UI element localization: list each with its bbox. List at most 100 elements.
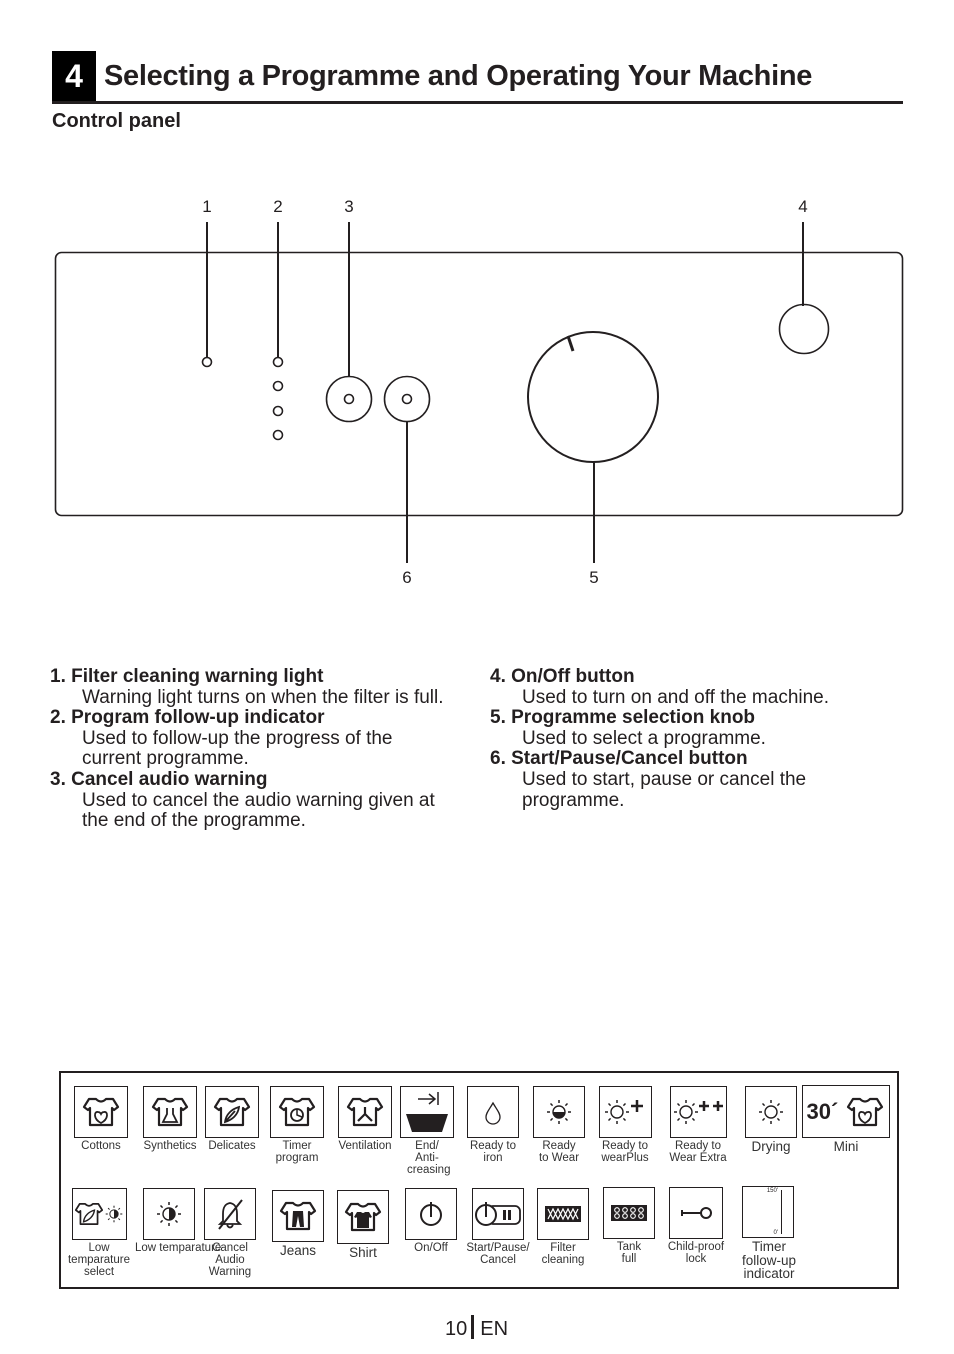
legend-label: End/ Anti- creasing xyxy=(407,1140,451,1176)
description-title: 5. Programme selection knob xyxy=(490,707,756,729)
callout-number-4: 4 xyxy=(798,197,807,216)
on-off-button xyxy=(778,303,830,355)
legend-item-synthetics: Synthetics xyxy=(135,1086,205,1152)
description-item: 2. Program follow-up indicator Used to f… xyxy=(50,708,470,770)
half-sun-icon xyxy=(156,1201,182,1227)
description-title: 2. Program follow-up indicator xyxy=(50,707,325,729)
delicate-shirt-half-sun-icon xyxy=(75,1203,103,1225)
control-panel-diagram: 1 2 3 4 5 6 xyxy=(54,197,904,587)
legend-label: Low temparature xyxy=(135,1242,222,1254)
legend-label: Low temparature select xyxy=(67,1242,130,1278)
legend-item-ready-to-wearplus: Ready to wearPlus xyxy=(595,1086,655,1164)
legend-item-cancel-audio: Cancel Audio Warning xyxy=(202,1188,258,1278)
legend-label: Filter cleaning xyxy=(541,1242,585,1266)
legend-label: Jeans xyxy=(279,1243,317,1258)
followup-led xyxy=(272,356,284,368)
description-item: 1. Filter cleaning warning light Warning… xyxy=(50,666,470,708)
followup-led xyxy=(272,405,284,417)
legend-item-timer-followup: 150' 0' Timer follow-up indicator xyxy=(739,1186,797,1281)
legend-label: Timer program xyxy=(275,1140,319,1164)
description-title: 1. Filter cleaning warning light xyxy=(50,666,324,687)
legend-item-low-temp: Low temparature xyxy=(135,1188,222,1254)
bell-crossed-icon xyxy=(217,1199,243,1230)
legend-label: Tank full xyxy=(616,1241,642,1265)
cottons-shirt-icon xyxy=(82,1097,120,1127)
timer-shirt-icon xyxy=(278,1097,316,1127)
followup-led xyxy=(272,380,284,392)
legend-label: Synthetics xyxy=(143,1140,197,1152)
legend-item-filter-cleaning: Filter cleaning xyxy=(535,1188,591,1266)
description-body: Used to cancel the audio warning given a… xyxy=(82,789,435,832)
callout-number-3: 3 xyxy=(344,197,353,216)
legend-label: Ready to wearPlus xyxy=(601,1140,649,1164)
timer-scale-bottom: 0' xyxy=(773,1230,778,1236)
symbol-legend: Cottons Synthetics Delicates Timer progr… xyxy=(59,1071,899,1289)
callout-number-5: 5 xyxy=(589,568,598,587)
legend-item-start-pause: Start/Pause/ Cancel xyxy=(463,1188,533,1266)
legend-label: Shirt xyxy=(349,1245,377,1260)
title-divider xyxy=(52,101,903,104)
mini-30-shirt-icon xyxy=(847,1097,884,1126)
legend-label: Child-proof lock xyxy=(667,1241,725,1265)
control-panel-outline xyxy=(54,251,904,517)
delicates-shirt-icon xyxy=(213,1097,251,1127)
description-body: Used to select a programme. xyxy=(522,727,766,749)
description-item: 5. Programme selection knob Used to sele… xyxy=(490,708,890,749)
end-anticreasing-icon xyxy=(406,1092,448,1132)
legend-label: Ready to Wear Extra xyxy=(669,1140,727,1164)
legend-label: Cancel Audio Warning xyxy=(208,1242,252,1278)
synthetics-shirt-icon xyxy=(151,1097,189,1127)
language-code: EN xyxy=(480,1318,509,1340)
description-title: 3. Cancel audio warning xyxy=(50,768,268,790)
shirt-filled-icon xyxy=(344,1202,382,1232)
description-body: Warning light turns on when the filter i… xyxy=(82,686,444,708)
legend-label: Ready to Wear xyxy=(538,1140,580,1164)
sun-plus-plus-icon xyxy=(673,1099,723,1125)
programme-knob-pointer xyxy=(566,335,575,352)
legend-item-tank-full: Tank full xyxy=(601,1187,657,1265)
tank-grid-icon xyxy=(611,1205,647,1221)
legend-item-on-off: On/Off xyxy=(404,1188,458,1254)
ventilation-shirt-icon xyxy=(346,1097,384,1127)
legend-item-delicates: Delicates xyxy=(203,1086,261,1152)
legend-item-child-lock: Child-proof lock xyxy=(663,1187,729,1265)
legend-item-jeans: Jeans xyxy=(270,1190,326,1258)
legend-item-ready-to-wear-extra: Ready to Wear Extra xyxy=(661,1086,735,1164)
legend-item-ready-to-iron: Ready to iron xyxy=(464,1086,522,1164)
sun-icon xyxy=(758,1099,784,1125)
callout-number-1: 1 xyxy=(202,197,211,216)
legend-item-shirt: Shirt xyxy=(335,1190,391,1260)
half-sun-icon xyxy=(546,1099,572,1125)
section-subtitle: Control panel xyxy=(52,110,181,132)
page-footer: 10 EN xyxy=(445,1315,508,1342)
cancel-audio-button xyxy=(325,375,373,423)
callout-number-6: 6 xyxy=(402,568,411,587)
legend-label: Mini xyxy=(833,1139,859,1154)
start-pause-button xyxy=(383,375,431,423)
start-pause-button-led xyxy=(401,393,413,405)
description-item: 3. Cancel audio warning Used to cancel t… xyxy=(50,768,470,832)
legend-label: Ventilation xyxy=(338,1140,392,1152)
legend-item-mini: 30´ Mini xyxy=(802,1085,890,1154)
timer-scale-top: 150' xyxy=(766,1188,778,1194)
descriptions-right: 4. On/Off button Used to turn on and off… xyxy=(490,666,890,811)
jeans-shirt-icon xyxy=(279,1201,317,1231)
description-body: Used to turn on and off the machine. xyxy=(522,686,830,708)
half-sun-small-icon xyxy=(105,1205,123,1223)
description-body: Used to follow-up the progress of the cu… xyxy=(82,727,393,770)
page-title: Selecting a Programme and Operating Your… xyxy=(104,60,813,92)
followup-led xyxy=(272,429,284,441)
description-title: 6. Start/Pause/Cancel button xyxy=(490,748,748,770)
sun-plus-icon xyxy=(604,1099,643,1125)
filter-mesh-icon xyxy=(545,1206,581,1222)
description-title: 4. On/Off button xyxy=(490,666,635,687)
water-drop-icon xyxy=(485,1101,501,1125)
descriptions-left: 1. Filter cleaning warning light Warning… xyxy=(50,666,470,832)
legend-item-ready-to-wear: Ready to Wear xyxy=(530,1086,588,1164)
legend-label: Drying xyxy=(751,1139,791,1154)
filter-warning-light xyxy=(201,356,213,368)
power-icon xyxy=(420,1202,442,1226)
cancel-audio-button-led xyxy=(343,393,355,405)
legend-item-ventilation: Ventilation xyxy=(333,1086,397,1152)
legend-item-end-anticreasing: End/ Anti- creasing xyxy=(397,1086,457,1176)
